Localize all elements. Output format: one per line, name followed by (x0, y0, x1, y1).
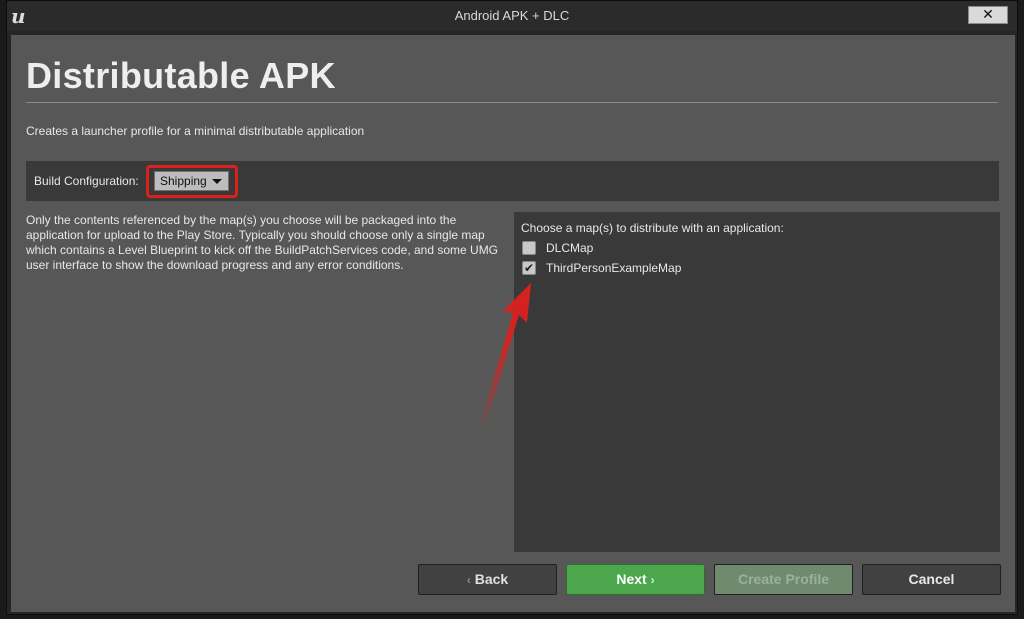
build-configuration-label: Build Configuration: (34, 174, 139, 188)
chevron-left-icon: ‹ (466, 573, 471, 587)
create-profile-label: Create Profile (737, 571, 830, 587)
back-button[interactable]: ‹ Back (418, 564, 557, 595)
map-panel-label: Choose a map(s) to distribute with an ap… (521, 221, 784, 235)
page-subtitle: Creates a launcher profile for a minimal… (26, 124, 365, 138)
map-label: DLCMap (546, 241, 594, 255)
close-button[interactable]: ✕ (968, 6, 1008, 24)
back-button-label: Back (474, 571, 509, 587)
next-button-label: Next (616, 571, 647, 587)
highlight-annotation (146, 165, 238, 198)
cancel-button-label: Cancel (908, 571, 955, 587)
content-area: Distributable APK Creates a launcher pro… (11, 35, 1015, 612)
next-button[interactable]: Next › (566, 564, 705, 595)
create-profile-button[interactable]: Create Profile (714, 564, 853, 595)
map-checkbox-dlcmap[interactable] (522, 241, 536, 255)
map-selection-panel: Choose a map(s) to distribute with an ap… (514, 212, 1000, 552)
chevron-right-icon: › (650, 573, 655, 587)
cancel-button[interactable]: Cancel (862, 564, 1001, 595)
title-bar[interactable]: u Android APK + DLC ✕ (7, 1, 1017, 31)
build-configuration-bar: Build Configuration: Shipping (26, 161, 999, 201)
map-label: ThirdPersonExampleMap (546, 261, 682, 275)
map-checkbox-thirdpersonexamplemap[interactable]: ✔ (522, 261, 536, 275)
window-title: Android APK + DLC (454, 8, 570, 23)
description-text: Only the contents referenced by the map(… (26, 213, 499, 272)
divider (26, 102, 998, 103)
page-title: Distributable APK (26, 55, 336, 96)
dialog-window: u Android APK + DLC ✕ Distributable APK … (6, 0, 1018, 615)
